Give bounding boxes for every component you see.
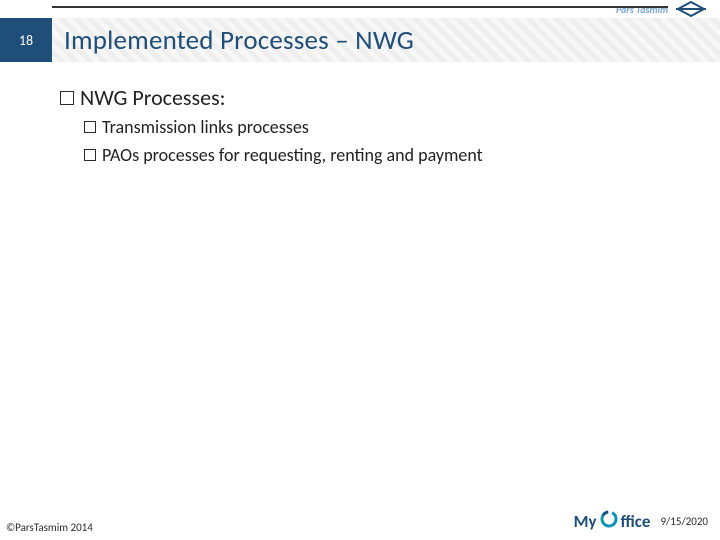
bullet-box-icon: [60, 91, 74, 105]
page-number: 18: [0, 18, 52, 62]
heading-row: NWG Processes:: [60, 84, 680, 111]
heading-text: NWG Processes:: [80, 84, 226, 111]
list-item: PAOs processes for requesting, renting a…: [84, 143, 680, 167]
title-row: 18 Implemented Processes – NWG: [0, 18, 720, 62]
product-prefix: My: [574, 511, 597, 532]
page-title: Implemented Processes – NWG: [64, 24, 414, 57]
brand-block: Pars Tasmim: [616, 0, 708, 18]
product-ring-icon: [599, 509, 619, 534]
item-text: PAOs processes for requesting, renting a…: [102, 143, 483, 167]
footer: ©ParsTasmim 2014 My ffice 9/15/2020: [0, 508, 720, 534]
top-rule: [52, 6, 668, 8]
list-item: Transmission links processes: [84, 115, 680, 139]
product-suffix: ffice: [621, 511, 651, 532]
slide: Pars Tasmim 18 Implemented Processes – N…: [0, 0, 720, 540]
footer-right: My ffice 9/15/2020: [574, 509, 708, 534]
brand-logo-icon: [674, 0, 708, 18]
product-logo: My ffice: [574, 509, 651, 534]
footer-date: 9/15/2020: [660, 515, 708, 528]
copyright-text: ©ParsTasmim 2014: [6, 521, 93, 534]
bullet-box-icon: [84, 149, 96, 161]
title-strip: Implemented Processes – NWG: [52, 18, 720, 62]
item-text: Transmission links processes: [102, 115, 309, 139]
brand-text: Pars Tasmim: [616, 3, 668, 16]
content: NWG Processes: Transmission links proces…: [60, 78, 680, 168]
bullet-box-icon: [84, 121, 96, 133]
